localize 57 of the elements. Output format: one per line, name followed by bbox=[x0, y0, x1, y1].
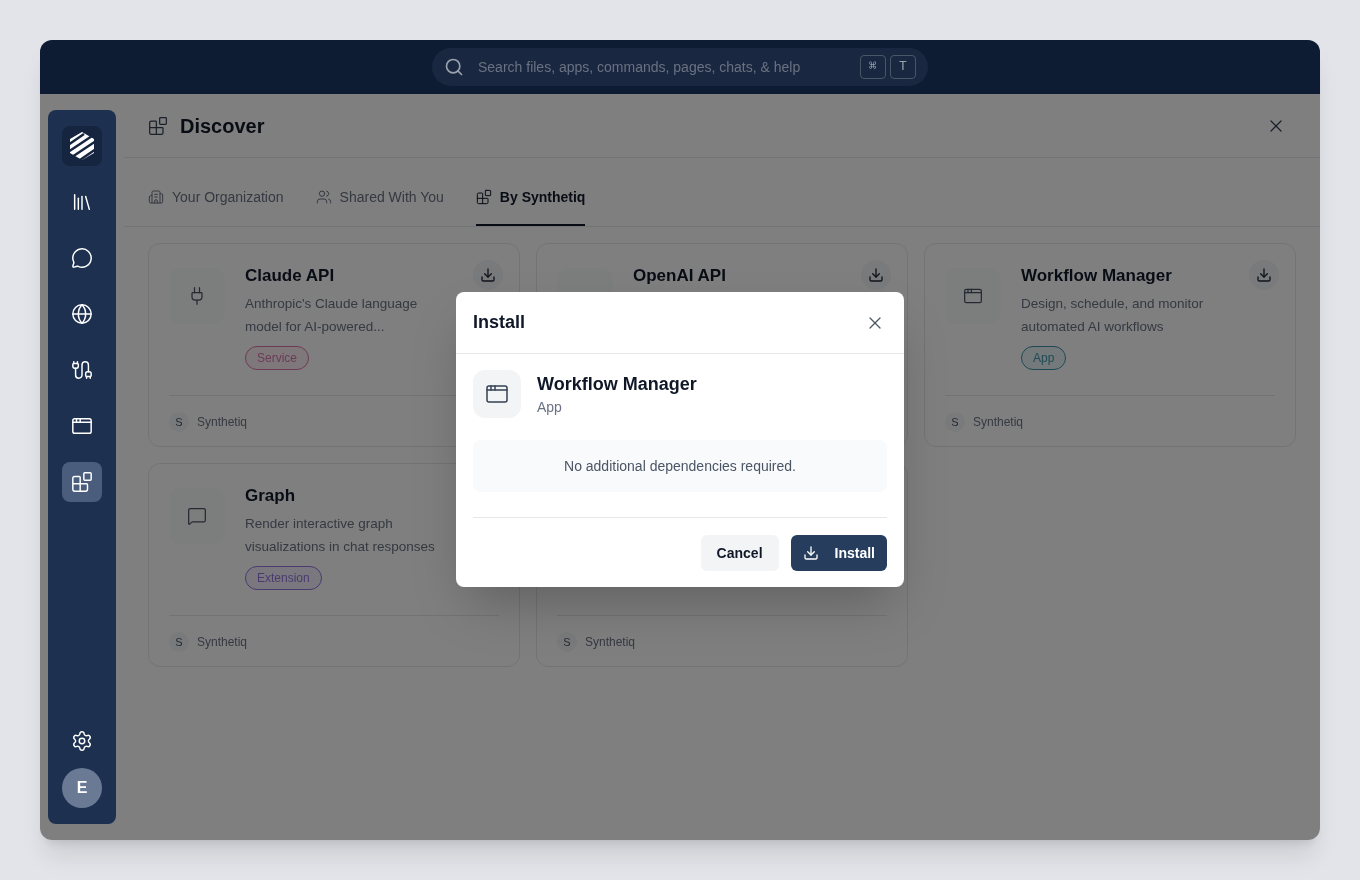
install-button[interactable]: Install bbox=[790, 535, 887, 571]
users-icon bbox=[315, 189, 332, 205]
search-icon bbox=[444, 57, 464, 77]
download-button[interactable] bbox=[861, 260, 891, 290]
panel-title: Discover bbox=[180, 113, 265, 139]
author-name: Synthetiq bbox=[197, 414, 248, 431]
settings-icon[interactable] bbox=[71, 730, 93, 752]
card-description: Anthropic's Claude language model for AI-powered... bbox=[245, 295, 419, 336]
author-name: Synthetiq bbox=[197, 634, 248, 651]
search-field[interactable]: Search files, apps, commands, pages, chats, & help ⌘ T bbox=[432, 48, 928, 86]
download-icon bbox=[802, 545, 819, 561]
dialog-title: Install bbox=[473, 311, 525, 334]
user-avatar[interactable]: E bbox=[62, 768, 102, 808]
logo-icon bbox=[62, 126, 102, 166]
download-icon bbox=[868, 267, 884, 283]
author-name: Synthetiq bbox=[585, 634, 636, 651]
globe-icon bbox=[71, 303, 93, 325]
chat-bubble-icon bbox=[71, 247, 93, 269]
app-window-icon bbox=[71, 415, 93, 437]
card-title: Workflow Manager bbox=[1021, 265, 1172, 287]
tag: App bbox=[1021, 346, 1067, 370]
sidebar-item[interactable] bbox=[62, 462, 102, 502]
author-avatar: S bbox=[169, 632, 189, 652]
building-icon bbox=[148, 189, 164, 205]
card-description: Render interactive graph visualizations in chat responses bbox=[245, 515, 436, 556]
download-icon bbox=[1256, 267, 1272, 283]
author-avatar: S bbox=[945, 412, 965, 432]
author-avatar: S bbox=[169, 412, 189, 432]
item-type: App bbox=[537, 397, 563, 417]
card-title: OpenAI API bbox=[633, 265, 726, 287]
chat-bubble-icon bbox=[187, 506, 207, 526]
blocks-icon bbox=[475, 189, 492, 205]
app-window-icon bbox=[963, 286, 983, 306]
tab[interactable]: Shared With You bbox=[315, 170, 444, 226]
tag: Service bbox=[245, 346, 309, 370]
blocks-icon bbox=[71, 471, 93, 493]
card-description: Design, schedule, and monitor automated AI workflows bbox=[1021, 295, 1205, 336]
cable-icon bbox=[71, 359, 93, 381]
library-icon bbox=[71, 191, 93, 213]
item-name: Workflow Manager bbox=[537, 372, 697, 396]
shortcut-key: T bbox=[890, 55, 916, 79]
blocks-icon bbox=[148, 115, 168, 136]
app-window-icon bbox=[485, 382, 509, 406]
author-avatar: S bbox=[557, 632, 577, 652]
author-name: Synthetiq bbox=[973, 414, 1024, 431]
search-input[interactable]: Search files, apps, commands, pages, chats, & help bbox=[478, 56, 846, 78]
download-icon bbox=[480, 267, 496, 283]
cancel-button[interactable]: Cancel bbox=[700, 535, 779, 571]
tag: Extension bbox=[245, 566, 322, 590]
download-button[interactable] bbox=[473, 260, 503, 290]
card-title: Graph bbox=[245, 485, 296, 507]
card-title: Claude API bbox=[245, 265, 335, 287]
tab[interactable]: By Synthetiq bbox=[475, 170, 586, 226]
tab[interactable]: Your Organization bbox=[148, 170, 284, 226]
shortcut-key: ⌘ bbox=[860, 55, 886, 79]
download-button[interactable] bbox=[1249, 260, 1279, 290]
dependency-message: No additional dependencies required. bbox=[564, 456, 796, 476]
